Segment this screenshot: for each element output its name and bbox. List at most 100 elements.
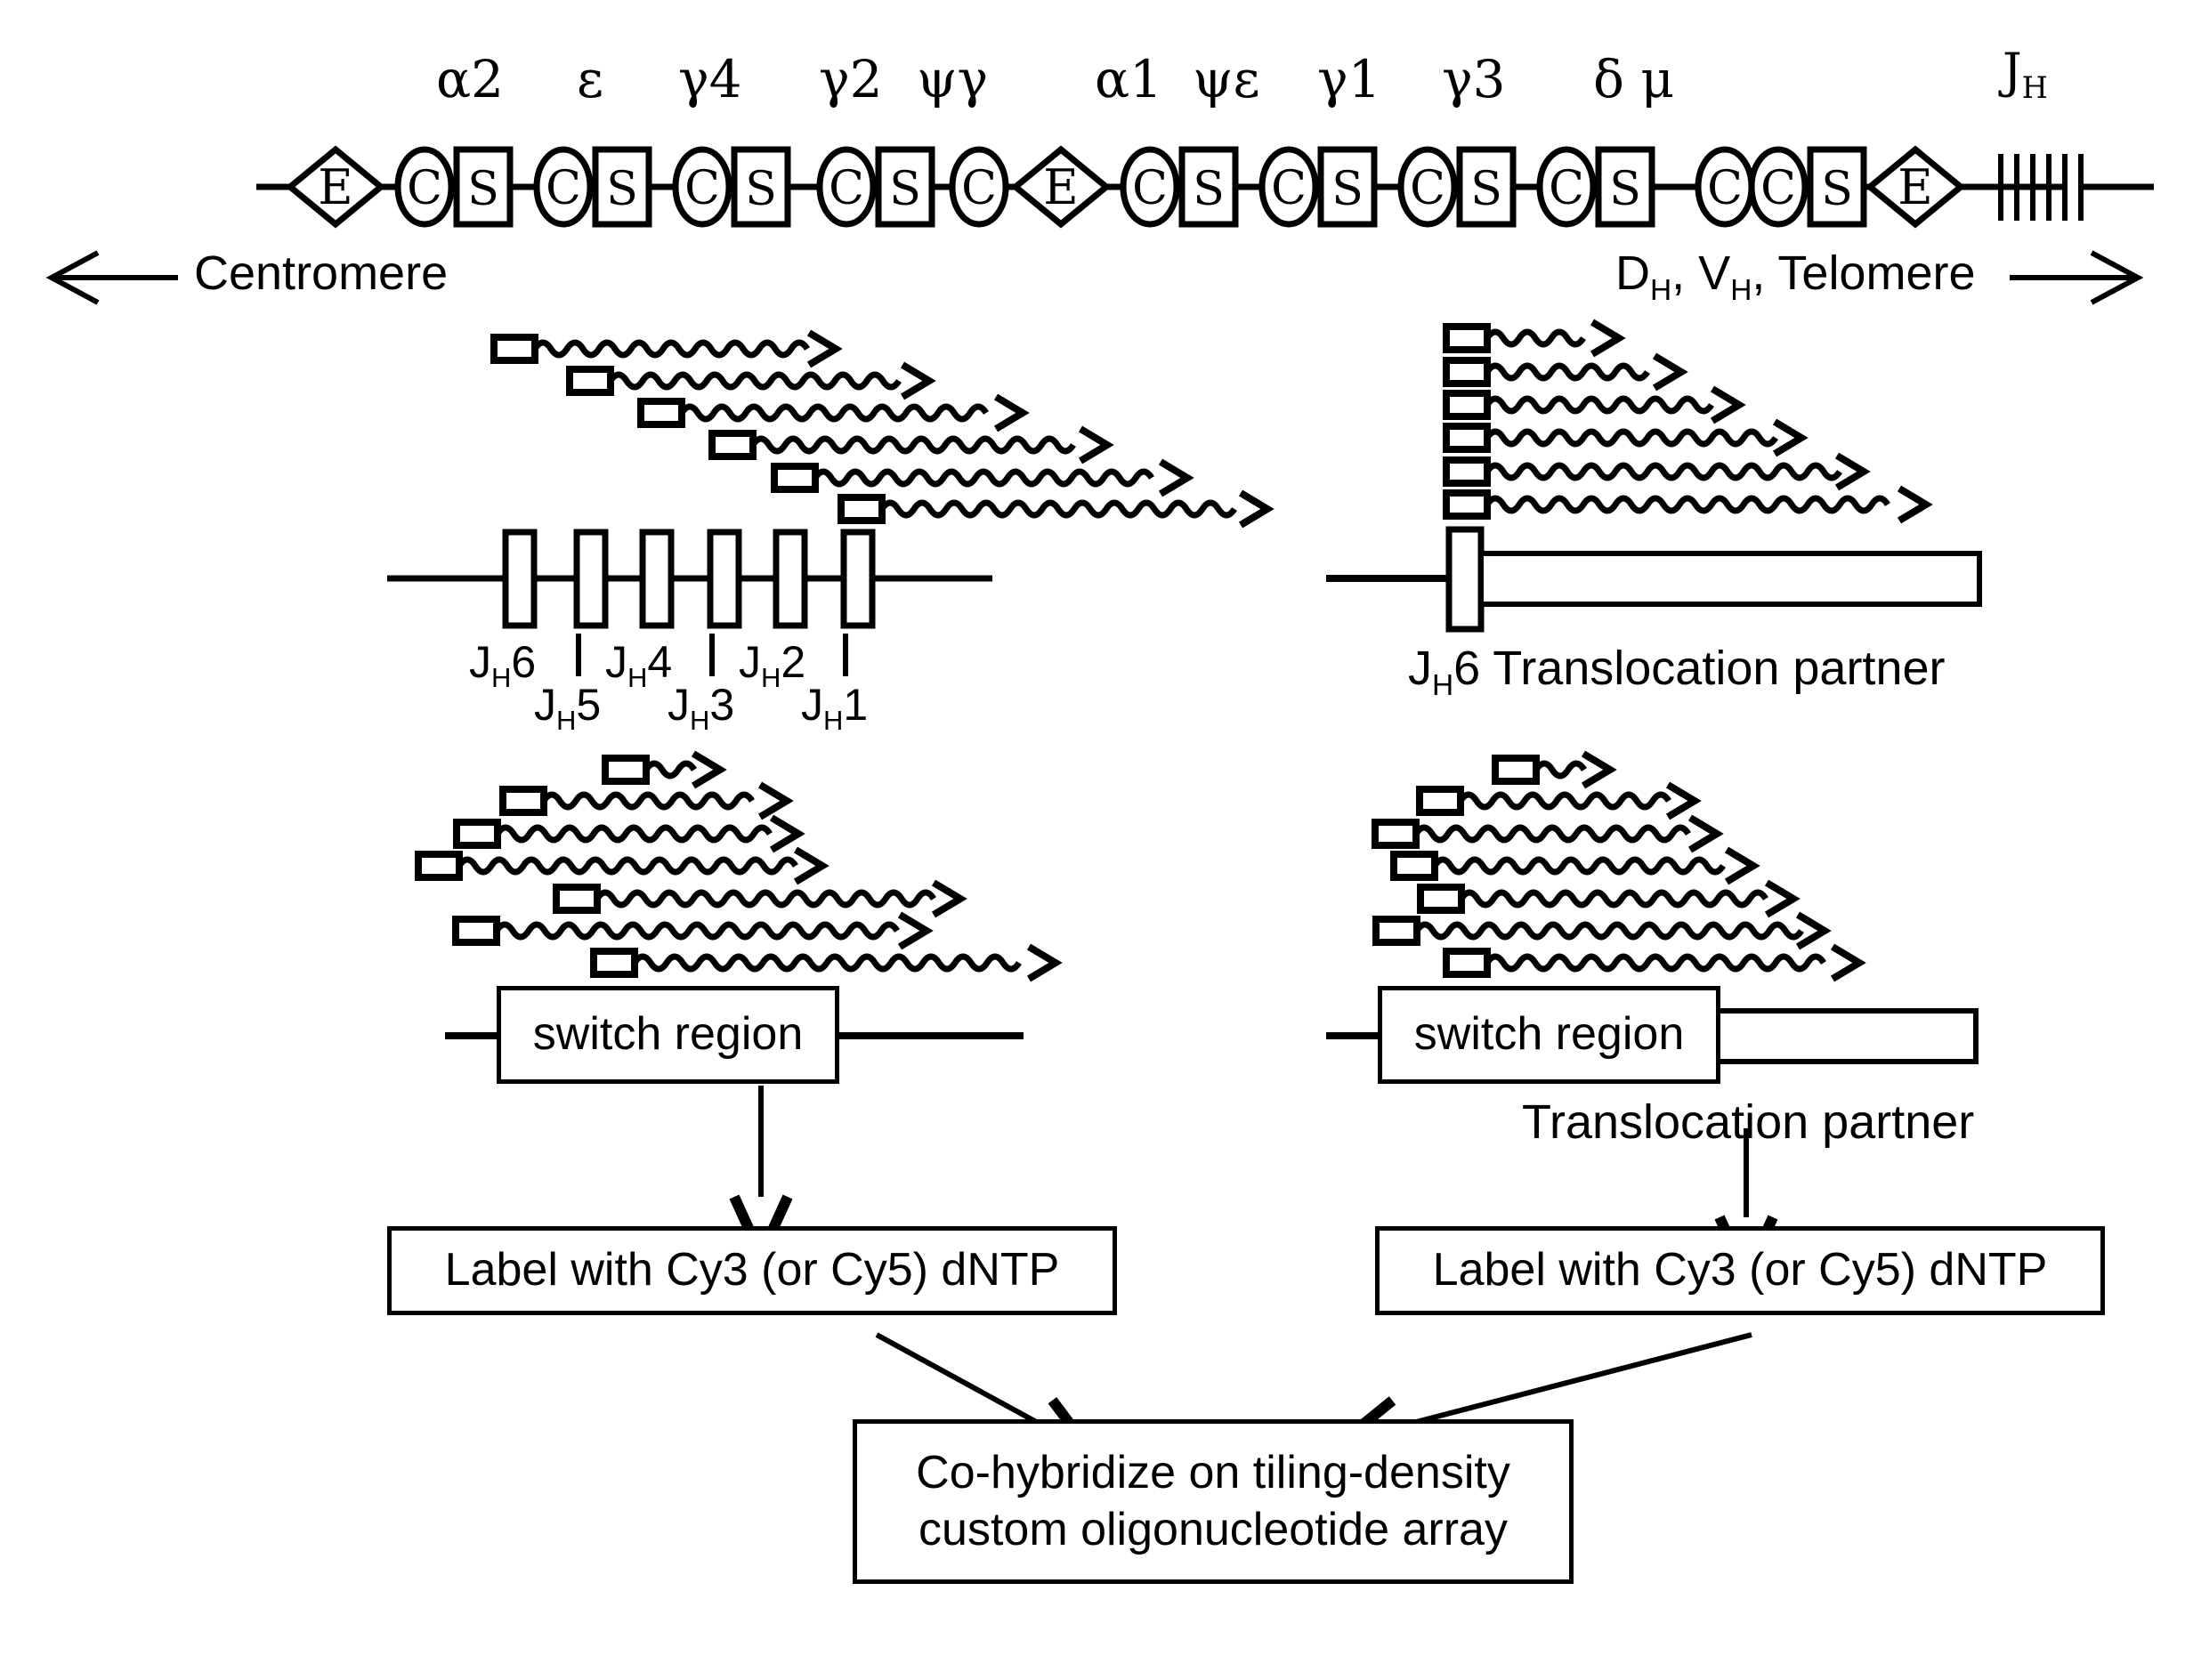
gene-unit-psiepsilon: C S [1258,146,1378,228]
probe-wavy-body [879,499,1237,519]
gene-label-gamma4: γ4 [678,49,742,109]
probe-right-top-row [1443,385,1746,424]
gene-label-epsilon: ε [577,49,604,109]
probe-wavy-body [494,921,900,941]
svg-text:S: S [1609,163,1641,216]
probe-primer-box [1443,456,1491,487]
probe-primer-box [1372,916,1420,946]
probe-arrowhead-icon [1581,750,1617,789]
probe-primer-box [1443,423,1491,453]
svg-text:C: C [961,162,997,215]
probe-primer-box [637,398,685,428]
probe-group-right-top [1443,319,1933,524]
telomere-mid: , V [1671,246,1731,300]
probe-group-right-bottom [1372,750,1866,982]
svg-text:S: S [889,163,921,216]
telomere-dh-sub: H [1650,273,1672,307]
gene-unit-psigamma: C [949,146,1009,228]
probe-arrowhead-icon [931,879,967,918]
arrow-left-to-final [875,1332,1040,1424]
probe-arrowhead-icon [1724,846,1760,885]
probe-left-bottom-row [499,781,794,820]
probe-arrowhead-icon [1710,385,1746,424]
svg-text:C: C [1132,162,1168,215]
probe-right-top-row [1443,452,1871,491]
probe-arrowhead-icon [806,329,843,368]
svg-text:C: C [1549,162,1584,215]
jh3-sub: H [690,705,710,736]
jh1-base: J [801,680,823,730]
probe-arrowhead-icon [1834,452,1871,491]
probe-left-top-row [838,489,1275,529]
gene-label-psigamma: ψγ [917,49,989,109]
probe-primer-box [1443,489,1491,520]
probe-primer-box [708,430,757,460]
partner-caption-rest: 6 Translocation partner [1453,642,1946,695]
gene-label-alpha2: α2 [436,49,505,109]
probe-primer-box [771,463,819,493]
svg-text:C: C [1760,162,1796,215]
gene-unit-epsilon: C S [533,146,652,228]
gene-unit-alpha2: C S [394,146,514,228]
probe-right-top-row [1443,352,1688,392]
jh5-num: 5 [576,680,602,730]
probe-wavy-body [1432,856,1726,876]
probe-primer-box [838,494,886,524]
gene-label-gamma1: γ1 [1317,49,1381,109]
probe-group-left-top [490,329,1275,529]
jh-label-4: JH4 [605,636,672,694]
probe-right-bottom-row [1416,781,1702,820]
gene-unit-gamma1: C S [1397,146,1517,228]
probe-wavy-body [679,403,989,423]
probe-primer-box [1416,786,1464,816]
jh4-sub: H [627,662,648,693]
centromere-label: Centromere [194,246,449,300]
probe-wavy-body [1459,889,1768,909]
probe-arrowhead-icon [1026,943,1063,982]
cohybridize-line1: Co-hybridize on tiling-density [916,1447,1510,1499]
svg-text:E: E [1043,159,1078,215]
probe-wavy-body [813,468,1154,488]
jh1-sub: H [823,705,844,736]
telomere-vh-sub: H [1730,273,1752,307]
svg-text:C: C [684,162,720,215]
probe-left-top-row [708,425,1114,464]
svg-text:S: S [1470,163,1502,216]
probe-primer-box [452,916,500,946]
probe-arrowhead-icon [897,911,934,950]
probe-wavy-body [1485,495,1890,514]
enhancer-right: E [1865,145,1966,229]
probe-wavy-body [1413,824,1691,844]
svg-text:E: E [1898,159,1932,215]
gene-label-jh: JH [2003,43,2048,105]
jh6-translocation-partner-caption: JH6 Translocation partner [1408,641,1946,703]
probe-primer-box [1372,819,1420,849]
probe-primer-box [1390,851,1438,881]
probe-primer-box [602,755,650,785]
jh2-sub: H [761,662,781,693]
translocation-partner-diagram [1326,526,1982,633]
probe-arrowhead-icon [691,750,727,789]
arrow-right-to-final [1399,1332,1752,1426]
svg-text:S: S [606,163,638,216]
jh2-base: J [739,637,761,687]
jh-label-1: JH1 [801,679,868,737]
telomere-label: DH, VH, Telomere [1615,246,1976,308]
gene-unit-gamma2: C S [816,146,935,228]
probe-left-bottom-row [453,814,805,853]
locus-map-svg: E C S C S C S C S C E C S C S C S C S C … [256,145,2154,229]
svg-text:C: C [1707,162,1743,215]
gene-unit-alpha1: C S [1120,146,1239,228]
probe-primer-box [499,786,547,816]
probe-wavy-body [495,824,773,844]
enhancer-left: E [285,145,386,229]
probe-arrowhead-icon [1897,485,1933,524]
probe-left-top-row [490,329,843,368]
probe-wavy-body [532,339,810,359]
probe-arrowhead-icon [1830,943,1866,982]
partner-caption-base: J [1408,642,1432,695]
probe-left-top-row [637,393,1030,432]
svg-text:S: S [467,163,499,216]
gene-label-gamma3: γ3 [1442,49,1506,109]
svg-text:C: C [546,162,581,215]
